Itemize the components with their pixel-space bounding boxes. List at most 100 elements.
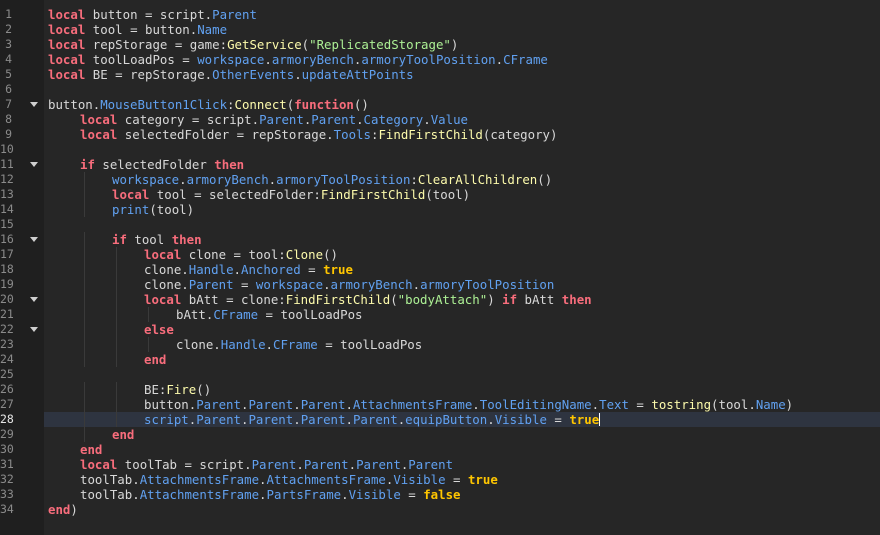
line-text[interactable]: local bAtt = clone:FindFirstChild("bodyA… (144, 292, 592, 307)
line-text[interactable]: else (144, 322, 174, 337)
fold-arrow-icon[interactable] (30, 102, 38, 107)
line-text[interactable]: local repStorage = game:GetService("Repl… (48, 37, 458, 52)
code-token: CFrame (213, 307, 259, 322)
code-token: updateAttPoints (301, 67, 414, 82)
code-line[interactable]: 10 (0, 142, 880, 157)
code-line[interactable]: 31 local toolTab = script.Parent.Parent.P… (0, 457, 880, 472)
code-line[interactable]: 27 button.Parent.Parent.Parent.Attachment… (0, 397, 880, 412)
line-text[interactable]: if tool then (112, 232, 202, 247)
code-lines[interactable]: 1 local button = script.Parent 2 local tool… (0, 7, 880, 517)
code-token: armoryToolPosition (361, 52, 496, 67)
fold-arrow-icon[interactable] (30, 237, 38, 242)
line-text[interactable]: print(tool) (112, 202, 194, 217)
line-text[interactable]: local tool = selectedFolder:FindFirstChi… (112, 187, 470, 202)
code-token: clone = tool: (181, 247, 286, 262)
line-number: 7 (5, 97, 12, 111)
line-text[interactable]: toolTab.AttachmentsFrame.PartsFrame.Visi… (80, 487, 461, 502)
code-line[interactable]: 8 local category = script.Parent.Parent.C… (5, 112, 880, 127)
code-line[interactable]: 15 (0, 217, 880, 232)
indent-guide (116, 337, 117, 352)
code-line[interactable]: 9 local selectedFolder = repStorage.Tools… (5, 127, 880, 142)
line-text[interactable]: clone.Handle.CFrame = toolLoadPos (176, 337, 422, 352)
code-line[interactable]: 2 local tool = button.Name (5, 22, 880, 37)
code-line[interactable]: 20 local bAtt = clone:FindFirstChild("bod… (0, 292, 880, 307)
line-text[interactable]: if selectedFolder then (80, 157, 244, 172)
line-text[interactable]: local button = script.Parent (48, 7, 257, 22)
code-token: toolTab. (80, 472, 140, 487)
code-token: print (112, 202, 150, 217)
code-line[interactable]: 12 workspace.armoryBench.armoryToolPositi… (0, 172, 880, 187)
code-line[interactable]: 30 end (0, 442, 880, 457)
line-text[interactable]: BE:Fire() (144, 382, 211, 397)
code-token: tostring (651, 397, 712, 412)
code-token: . (487, 412, 495, 427)
fold-arrow-icon[interactable] (30, 162, 38, 167)
code-line[interactable]: 21 bAtt.CFrame = toolLoadPos (0, 307, 880, 322)
code-line[interactable]: 11 if selectedFolder then (0, 157, 880, 172)
line-text[interactable]: local tool = button.Name (48, 22, 227, 37)
code-line[interactable]: 3 local repStorage = game:GetService("Rep… (5, 37, 880, 52)
code-line[interactable]: 25 (0, 367, 880, 382)
code-token: = (445, 472, 468, 487)
line-text[interactable]: button.Parent.Parent.Parent.AttachmentsF… (144, 397, 793, 412)
fold-arrow-icon[interactable] (30, 327, 38, 332)
code-line[interactable]: 4 local toolLoadPos = workspace.armoryBen… (5, 52, 880, 67)
code-token: Parent (356, 457, 401, 472)
code-line[interactable]: 26 BE:Fire() (0, 382, 880, 397)
line-text[interactable]: end) (48, 502, 78, 517)
code-line[interactable]: 34 end) (0, 502, 880, 517)
line-number: 9 (5, 127, 12, 141)
line-text[interactable]: local clone = tool:Clone() (144, 247, 338, 262)
code-token: () (323, 247, 338, 262)
line-text[interactable]: end (80, 442, 102, 457)
code-line[interactable]: 24 end (0, 352, 880, 367)
line-text[interactable]: end (112, 427, 134, 442)
code-token: local (144, 247, 182, 262)
code-token: if (112, 232, 127, 247)
code-area[interactable]: 1 local button = script.Parent 2 local tool… (0, 0, 880, 535)
code-token: true (467, 472, 498, 487)
code-token: button. (144, 397, 197, 412)
line-text[interactable]: local BE = repStorage.OtherEvents.update… (48, 67, 414, 82)
code-token: AttachmentsFrame (139, 487, 260, 502)
code-token: selectedFolder (94, 157, 215, 172)
line-text[interactable]: clone.Parent = workspace.armoryBench.arm… (144, 277, 554, 292)
code-line[interactable]: 32 toolTab.AttachmentsFrame.AttachmentsFr… (0, 472, 880, 487)
code-token: toolTab = script. (117, 457, 252, 472)
line-number: 5 (5, 67, 12, 81)
line-text[interactable]: toolTab.AttachmentsFrame.AttachmentsFram… (80, 472, 498, 487)
line-text[interactable]: workspace.armoryBench.armoryToolPosition… (112, 172, 552, 187)
code-line[interactable]: 16 if tool then (0, 232, 880, 247)
code-line[interactable]: 5 local BE = repStorage.OtherEvents.updat… (5, 67, 880, 82)
line-text[interactable]: end (144, 352, 166, 367)
code-line[interactable]: 23 clone.Handle.CFrame = toolLoadPos (0, 337, 880, 352)
line-text[interactable]: local toolLoadPos = workspace.armoryBenc… (48, 52, 548, 67)
fold-arrow-icon[interactable] (30, 297, 38, 302)
code-token: armoryBench (271, 52, 354, 67)
code-line[interactable]: 28 script.Parent.Parent.Parent.Parent.equ… (0, 412, 880, 427)
code-token: FindFirstChild (320, 187, 426, 202)
line-text[interactable]: script.Parent.Parent.Parent.Parent.equip… (144, 412, 601, 427)
line-text[interactable]: clone.Handle.Anchored = true (144, 262, 353, 277)
script-editor[interactable]: 1 local button = script.Parent 2 local tool… (0, 0, 880, 535)
code-line[interactable]: 19 clone.Parent = workspace.armoryBench.a… (0, 277, 880, 292)
line-text[interactable]: local category = script.Parent.Parent.Ca… (80, 112, 468, 127)
code-line[interactable]: 1 local button = script.Parent (5, 7, 880, 22)
line-text[interactable]: local toolTab = script.Parent.Parent.Par… (80, 457, 453, 472)
code-line[interactable]: 7 button.MouseButton1Click:Connect(functi… (5, 97, 880, 112)
code-token: Clone (285, 247, 324, 262)
code-line[interactable]: 18 clone.Handle.Anchored = true (0, 262, 880, 277)
code-line[interactable]: 33 toolTab.AttachmentsFrame.PartsFrame.Vi… (0, 487, 880, 502)
code-token: FindFirstChild (378, 127, 483, 142)
code-token: Parent (300, 397, 346, 412)
code-line[interactable]: 14 print(tool) (0, 202, 880, 217)
code-line[interactable]: 6 (5, 82, 880, 97)
line-text[interactable]: local selectedFolder = repStorage.Tools:… (80, 127, 557, 142)
code-line[interactable]: 29 end (0, 427, 880, 442)
code-line[interactable]: 13 local tool = selectedFolder:FindFirstC… (0, 187, 880, 202)
line-text[interactable]: button.MouseButton1Click:Connect(functio… (48, 97, 369, 112)
indent-guide (84, 397, 85, 412)
code-line[interactable]: 22 else (0, 322, 880, 337)
code-line[interactable]: 17 local clone = tool:Clone() (0, 247, 880, 262)
line-text[interactable]: bAtt.CFrame = toolLoadPos (176, 307, 363, 322)
